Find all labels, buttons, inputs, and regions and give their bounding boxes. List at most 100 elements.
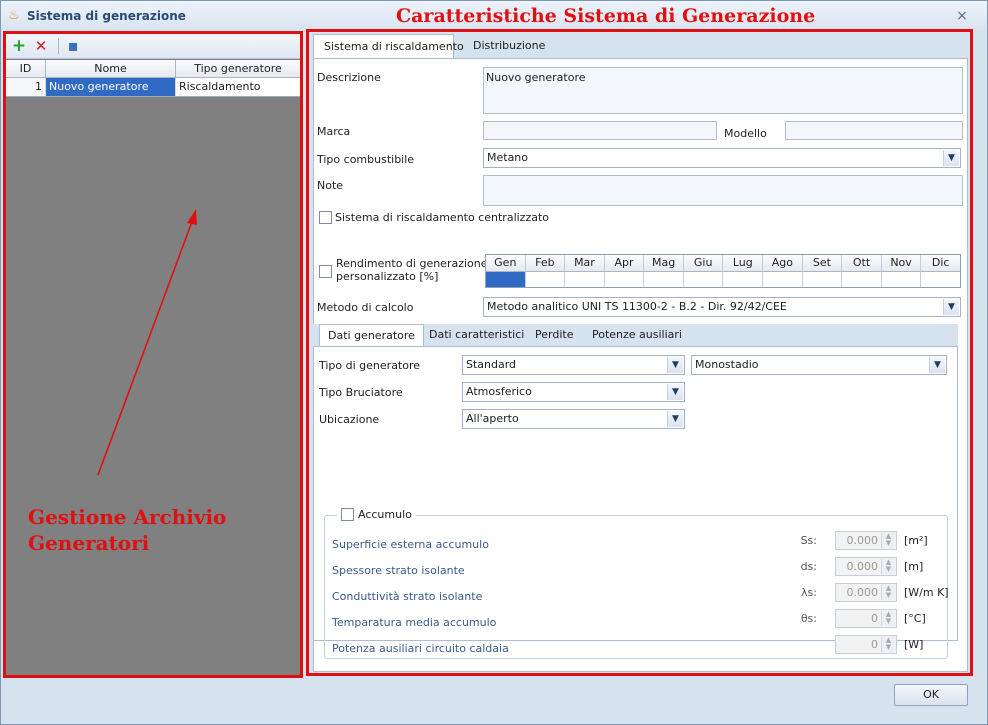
bruciatore-label: Tipo Bruciatore xyxy=(319,386,403,399)
accumulo-row-label: Temparatura media accumulo xyxy=(332,616,497,629)
modello-field[interactable] xyxy=(785,121,963,140)
main-window: ♨ Sistema di generazione × Caratteristic… xyxy=(0,0,988,725)
properties-panel: Sistema di riscaldamento Distribuzione D… xyxy=(306,29,973,676)
chevron-down-icon[interactable]: ▼ xyxy=(667,357,683,373)
accumulo-row-symbol: Ss: xyxy=(800,534,817,547)
accumulo-row-label: Potenza ausiliari circuito caldaia xyxy=(332,642,509,655)
tipo-generatore-select[interactable]: Standard ▼ xyxy=(462,355,685,375)
spinner-arrows-icon[interactable]: ▲ ▼ xyxy=(881,637,895,652)
metodo-select[interactable]: Metodo analitico UNI TS 11300-2 - B.2 - … xyxy=(483,297,961,317)
accumulo-group: Accumulo Superficie esterna accumulo Ss: 0… xyxy=(324,508,949,659)
ok-button[interactable]: OK xyxy=(894,684,968,706)
month-value-cell[interactable] xyxy=(526,272,566,287)
ubicazione-value: All'aperto xyxy=(466,412,519,425)
accumulo-spin-input[interactable]: 0.000 ▲ ▼ xyxy=(835,531,897,550)
chevron-down-icon[interactable]: ▼ xyxy=(943,299,959,315)
tipo-generatore-value: Standard xyxy=(466,358,517,371)
tab-riscaldamento[interactable]: Sistema di riscaldamento xyxy=(313,34,464,59)
chevron-down-icon[interactable]: ▼ xyxy=(667,411,683,427)
accumulo-row-label: Superficie esterna accumulo xyxy=(332,538,489,551)
marca-label: Marca xyxy=(317,125,351,138)
marca-field[interactable] xyxy=(483,121,717,140)
combustibile-value: Metano xyxy=(487,151,529,164)
rendimento-label-1: Rendimento di generazione xyxy=(336,257,488,270)
accumulo-spin-value: 0.000 xyxy=(846,560,879,573)
months-values xyxy=(486,272,960,287)
month-header: Dic xyxy=(921,255,960,272)
accumulo-spin-input[interactable]: 0 ▲ ▼ xyxy=(835,609,897,628)
accumulo-row-unit: [m²] xyxy=(904,534,928,547)
month-value-cell[interactable] xyxy=(842,272,882,287)
rendimento-table: Gen Feb Mar Apr Mag Giu Lug Ago Set Ott Nov Dic xyxy=(485,254,961,288)
metodo-label: Metodo di calcolo xyxy=(317,301,414,314)
month-header: Nov xyxy=(881,255,922,272)
centralizzato-checkbox[interactable] xyxy=(319,211,332,224)
accumulo-label: Accumulo xyxy=(358,508,412,521)
accumulo-row-symbol: λs: xyxy=(801,586,817,599)
modello-label: Modello xyxy=(724,127,767,140)
tipo-generatore-label: Tipo di generatore xyxy=(319,359,421,372)
descrizione-label: Descrizione xyxy=(317,71,381,84)
month-header: Ott xyxy=(842,255,882,272)
metodo-value: Metodo analitico UNI TS 11300-2 - B.2 - … xyxy=(487,300,787,313)
month-value-cell[interactable] xyxy=(644,272,684,287)
month-value-cell[interactable] xyxy=(803,272,843,287)
spinner-arrows-icon[interactable]: ▲ ▼ xyxy=(881,533,895,548)
rendimento-checkbox[interactable] xyxy=(319,265,332,278)
month-header: Feb xyxy=(525,255,566,272)
accumulo-row-unit: [W/m K] xyxy=(904,586,949,599)
spinner-arrows-icon[interactable]: ▲ ▼ xyxy=(881,611,895,626)
tab-distribuzione[interactable]: Distribuzione xyxy=(463,34,555,58)
bruciatore-value: Atmosferico xyxy=(466,385,532,398)
month-value-cell[interactable] xyxy=(882,272,922,287)
spinner-arrows-icon[interactable]: ▲ ▼ xyxy=(881,585,895,600)
accumulo-row-unit: [°C] xyxy=(904,612,926,625)
dati-generatore-panel: Tipo di generatore Standard ▼ Monostadio… xyxy=(313,346,958,659)
chevron-down-icon[interactable]: ▼ xyxy=(667,384,683,400)
month-header: Apr xyxy=(604,255,645,272)
month-header: Lug xyxy=(723,255,764,272)
month-value-cell[interactable] xyxy=(565,272,605,287)
descrizione-field[interactable]: Nuovo generatore xyxy=(483,67,963,114)
note-label: Note xyxy=(317,179,344,192)
tab-dati-caratteristici[interactable]: Dati caratteristici xyxy=(421,324,532,346)
accumulo-row-label: Spessore strato isolante xyxy=(332,564,465,577)
rendimento-label-2: personalizzato [%] xyxy=(336,270,439,283)
month-header: Mar xyxy=(565,255,605,272)
month-value-cell[interactable] xyxy=(723,272,764,287)
month-value-cell[interactable] xyxy=(763,272,803,287)
combustibile-label: Tipo combustibile xyxy=(317,153,415,166)
month-value-cell[interactable] xyxy=(605,272,645,287)
accumulo-spin-value: 0 xyxy=(871,612,878,625)
accumulo-spin-value: 0 xyxy=(871,638,878,651)
accumulo-row-symbol: θs: xyxy=(800,612,817,625)
tab-potenze-ausiliari[interactable]: Potenze ausiliari xyxy=(584,324,690,346)
ubicazione-select[interactable]: All'aperto ▼ xyxy=(462,409,685,429)
tab-perdite[interactable]: Perdite xyxy=(527,324,581,346)
month-header: Giu xyxy=(683,255,724,272)
ubicazione-label: Ubicazione xyxy=(319,413,380,426)
accumulo-spin-input[interactable]: 0.000 ▲ ▼ xyxy=(835,557,897,576)
stadio-select[interactable]: Monostadio ▼ xyxy=(691,355,947,375)
accumulo-spin-input[interactable]: 0 ▲ ▼ xyxy=(835,635,897,654)
month-value-cell[interactable] xyxy=(684,272,724,287)
bruciatore-select[interactable]: Atmosferico ▼ xyxy=(462,382,685,402)
accumulo-spin-input[interactable]: 0.000 ▲ ▼ xyxy=(835,583,897,602)
stadio-value: Monostadio xyxy=(695,358,759,371)
sub-tabs: Dati generatore Dati caratteristici Perd… xyxy=(313,324,958,347)
month-value-cell[interactable] xyxy=(486,272,526,287)
spinner-arrows-icon[interactable]: ▲ ▼ xyxy=(881,559,895,574)
chevron-down-icon[interactable]: ▼ xyxy=(929,357,945,373)
accumulo-checkbox[interactable] xyxy=(341,508,354,521)
chevron-down-icon[interactable]: ▼ xyxy=(943,150,959,166)
accumulo-row-unit: [W] xyxy=(904,638,924,651)
note-field[interactable] xyxy=(483,175,963,206)
months-header: Gen Feb Mar Apr Mag Giu Lug Ago Set Ott Nov Dic xyxy=(486,255,960,272)
combustibile-select[interactable]: Metano ▼ xyxy=(483,148,961,168)
month-value-cell[interactable] xyxy=(921,272,960,287)
accumulo-spin-value: 0.000 xyxy=(846,534,879,547)
tab-dati-generatore[interactable]: Dati generatore xyxy=(319,324,424,347)
month-header: Mag xyxy=(644,255,684,272)
accumulo-row-symbol: ds: xyxy=(800,560,817,573)
month-header: Set xyxy=(802,255,843,272)
